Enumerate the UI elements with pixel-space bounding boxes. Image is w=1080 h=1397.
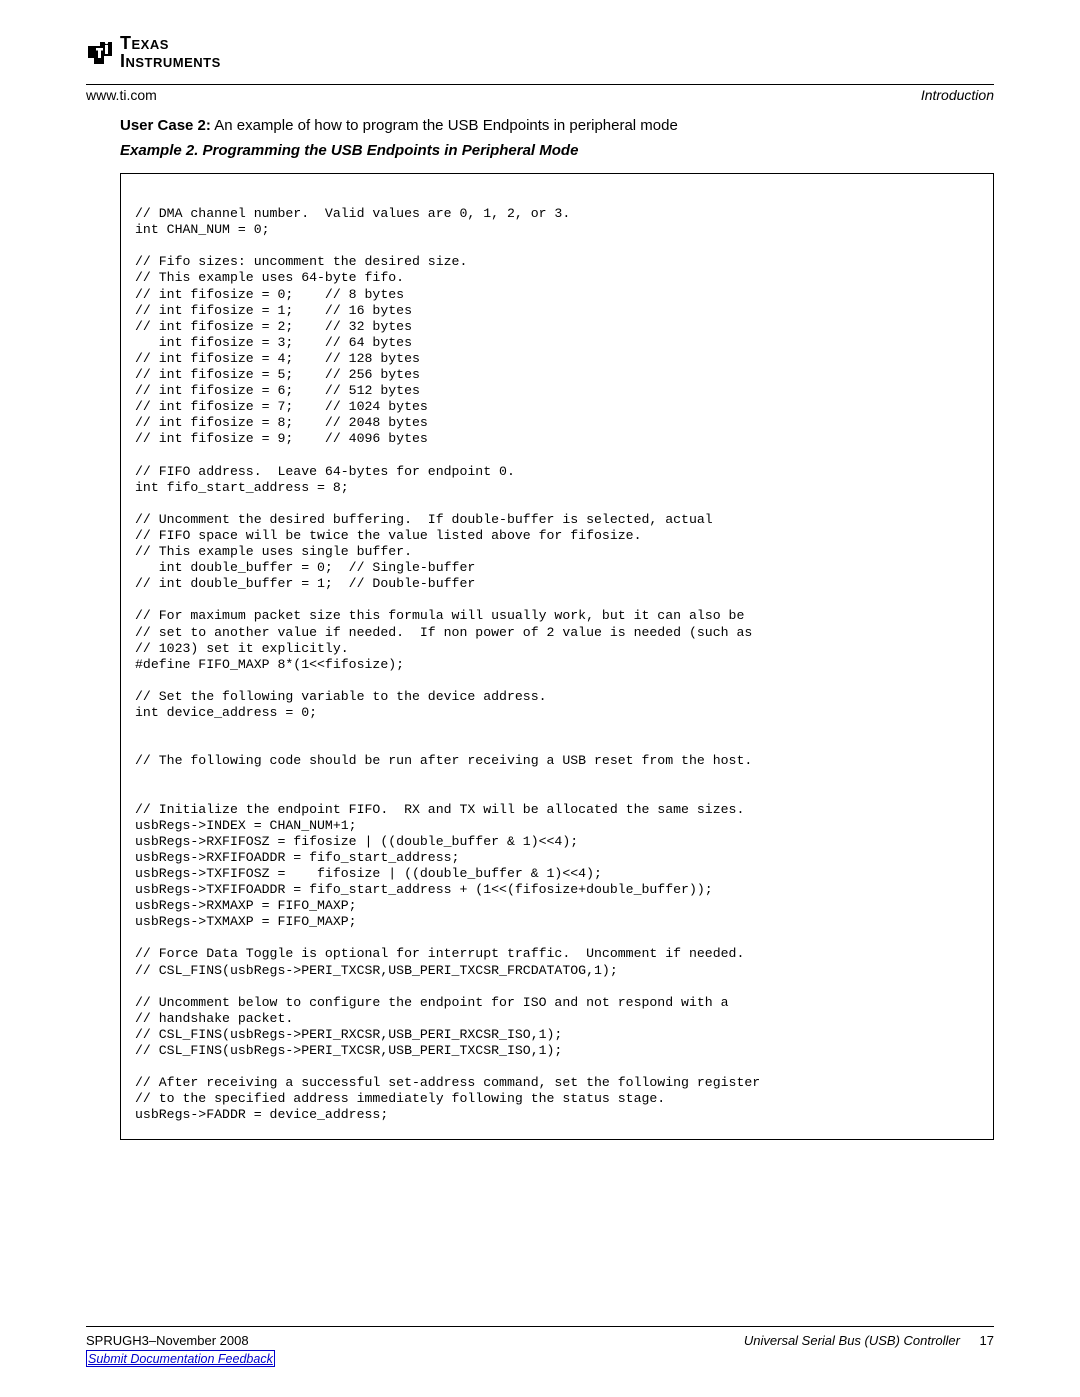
code-listing: // DMA channel number. Valid values are … (120, 173, 994, 1140)
logo-line1: Texas (120, 34, 221, 52)
header-section: Introduction (921, 87, 994, 103)
usercase-label: User Case 2: (120, 117, 211, 134)
header-url: www.ti.com (86, 87, 157, 103)
usercase-line: User Case 2: An example of how to progra… (120, 117, 994, 134)
footer-rule (86, 1326, 994, 1327)
logo: Texas Instruments (86, 34, 994, 70)
ti-chip-icon (86, 38, 116, 66)
page-number: 17 (980, 1333, 994, 1348)
logo-line2: Instruments (120, 52, 221, 70)
example-title: Example 2. Programming the USB Endpoints… (120, 142, 994, 159)
footer-title: Universal Serial Bus (USB) Controller (744, 1333, 960, 1348)
logo-text: Texas Instruments (120, 34, 221, 70)
feedback-link[interactable]: Submit Documentation Feedback (88, 1352, 273, 1366)
usercase-text: An example of how to program the USB End… (211, 117, 678, 134)
header-rule (86, 84, 994, 85)
footer-docnum: SPRUGH3–November 2008 (86, 1333, 249, 1348)
